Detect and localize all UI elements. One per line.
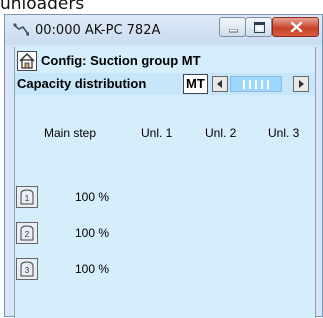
column-header-unl-1: Unl. 1	[141, 126, 173, 140]
step-row: 3 100 %	[15, 258, 315, 282]
title-bar: 00:000 AK-PC 782A	[5, 15, 322, 45]
network-icon	[13, 23, 29, 36]
config-title: Config: Suction group MT	[41, 53, 201, 68]
content-panel: Config: Suction group MT Capacity distri…	[14, 47, 316, 318]
minimize-icon	[229, 29, 238, 33]
svg-text:1: 1	[25, 194, 30, 203]
maximize-button[interactable]	[245, 17, 272, 37]
page-indicator-bar	[261, 80, 263, 89]
main-step-value: 100 %	[75, 190, 110, 204]
close-icon	[290, 21, 303, 33]
close-button[interactable]	[272, 17, 319, 37]
column-header-unl-3: Unl. 3	[268, 126, 300, 140]
document-caption: unloaders	[0, 0, 85, 14]
column-header-main-step: Main step	[44, 126, 97, 140]
app-window: 00:000 AK-PC 782A Config: Suction group …	[4, 14, 323, 318]
main-step-value: 100 %	[75, 226, 110, 240]
main-step-value: 100 %	[75, 262, 110, 276]
step-row: 2 100 %	[15, 222, 315, 246]
chevron-left-icon	[217, 80, 222, 88]
window-title: 00:000 AK-PC 782A	[35, 23, 161, 38]
previous-page-button[interactable]	[212, 76, 228, 92]
page-indicator[interactable]	[230, 76, 282, 92]
page-indicator-bar	[255, 80, 257, 89]
next-page-button[interactable]	[293, 76, 309, 92]
compressor-step-icon: 1	[20, 189, 34, 205]
config-header: Config: Suction group MT	[15, 51, 315, 71]
minimize-button[interactable]	[219, 17, 246, 37]
step-2-button[interactable]: 2	[16, 222, 38, 244]
capacity-distribution-bar: Capacity distribution MT	[15, 73, 315, 95]
capacity-distribution-label: Capacity distribution	[17, 76, 147, 91]
compressor-step-icon: 2	[20, 225, 34, 241]
column-header-unl-2: Unl. 2	[205, 126, 237, 140]
chevron-right-icon	[299, 80, 304, 88]
page-indicator-bar	[243, 80, 245, 89]
maximize-icon	[254, 22, 265, 33]
group-select-button[interactable]: MT	[183, 74, 208, 94]
home-button[interactable]	[17, 51, 37, 71]
home-icon	[19, 52, 35, 69]
page-indicator-bar	[267, 80, 269, 89]
compressor-step-icon: 3	[20, 261, 34, 277]
step-row: 1 100 %	[15, 186, 315, 210]
svg-text:2: 2	[25, 230, 30, 239]
page-indicator-bar	[249, 80, 251, 89]
step-1-button[interactable]: 1	[16, 186, 38, 208]
step-3-button[interactable]: 3	[16, 258, 38, 280]
svg-text:3: 3	[25, 266, 30, 275]
